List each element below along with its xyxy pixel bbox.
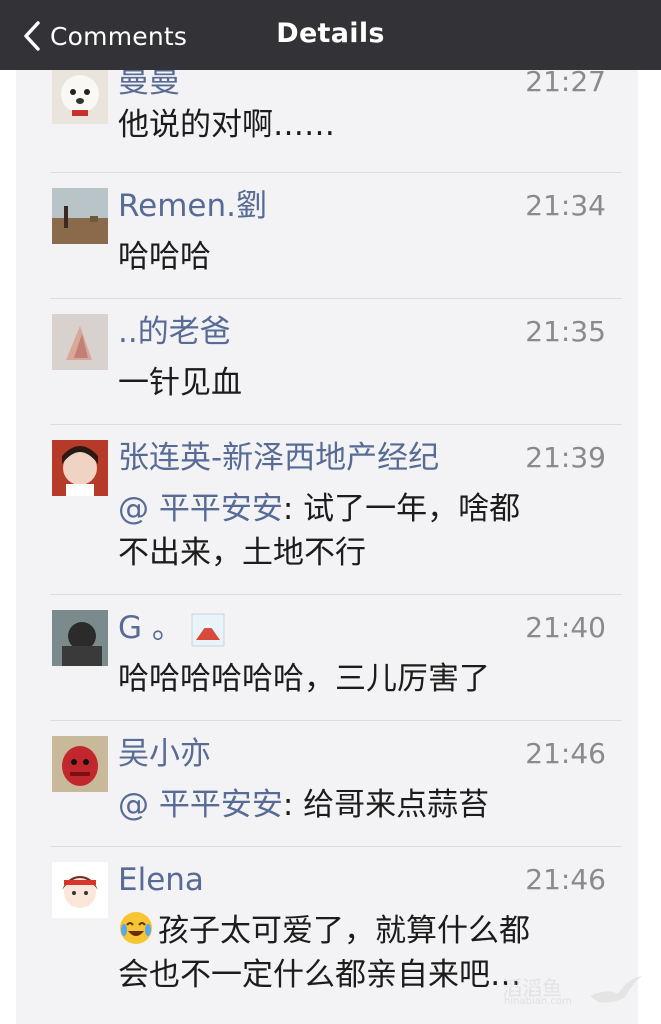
comment-time: 21:40 [525,611,606,644]
comment-text: 哈哈哈哈哈哈，三儿厉害了 [118,661,490,697]
comment-text-line1: : 给哥来点蒜苔 [282,787,490,823]
comment-text-line1: : 试了一年，啥都 [282,491,521,527]
divider [50,720,622,721]
avatar[interactable] [52,314,108,370]
avatar[interactable] [52,440,108,496]
comment-time: 21:46 [525,737,606,770]
comment-item: 曼曼 21:27 他说的对啊…… [50,62,622,162]
commenter-name[interactable]: G 。 [118,608,225,648]
mountain-image-icon [191,613,225,646]
navigation-bar: Comments Details [0,0,661,70]
avatar[interactable] [52,68,108,124]
commenter-name[interactable]: ..的老爸 [118,312,231,352]
comment-time: 21:35 [525,315,606,348]
comment-text: 孩子太可爱了，就算什么都 [118,908,608,954]
comment-item: ..的老爸 21:35 一针见血 [50,312,622,412]
commenter-name-text: G 。 [118,610,183,646]
avatar[interactable] [52,736,108,792]
comment-item: Remen.劉 21:34 哈哈哈 [50,186,622,286]
divider [50,298,622,299]
bird-icon [590,976,642,1003]
comment-text: @ 平平安安: 试了一年，啥都 [118,486,608,532]
watermark-logo: 滔滔鱼 hinabian.com [502,970,652,1014]
avatar[interactable] [52,862,108,918]
comment-text: @ 平平安安: 给哥来点蒜苔 [118,782,608,828]
comment-item: 张连英-新泽西地产经纪 21:39 @ 平平安安: 试了一年，啥都 不出来，土地… [50,438,622,588]
avatar[interactable] [52,610,108,666]
page-title: Details [276,18,385,49]
commenter-name[interactable]: 吴小亦 [118,734,211,774]
comment-item: 吴小亦 21:46 @ 平平安安: 给哥来点蒜苔 [50,734,622,834]
commenter-name[interactable]: Remen.劉 [118,186,267,226]
mention-link[interactable]: @ 平平安安 [118,787,283,823]
divider [50,846,622,847]
comment-time: 21:46 [525,863,606,896]
watermark-sub: hinabian.com [504,996,572,1007]
commenter-name[interactable]: Elena [118,860,204,900]
avatar[interactable] [52,188,108,244]
comment-text: 他说的对啊…… [118,107,335,143]
comment-text-line1: 孩子太可爱了，就算什么都 [158,913,530,949]
comment-text: 一针见血 [118,365,242,401]
comment-time: 21:39 [525,441,606,474]
mention-link[interactable]: @ 平平安安 [118,491,283,527]
comment-time: 21:34 [525,189,606,222]
crying-laughing-emoji-icon [120,912,152,944]
comment-text: 哈哈哈 [118,239,211,275]
commenter-name[interactable]: 张连英-新泽西地产经纪 [118,438,439,478]
divider [50,424,622,425]
comment-item: G 。 21:40 哈哈哈哈哈哈，三儿厉害了 [50,608,622,708]
comment-text-line2: 不出来，土地不行 [118,535,366,571]
divider [50,172,622,173]
divider [50,594,622,595]
